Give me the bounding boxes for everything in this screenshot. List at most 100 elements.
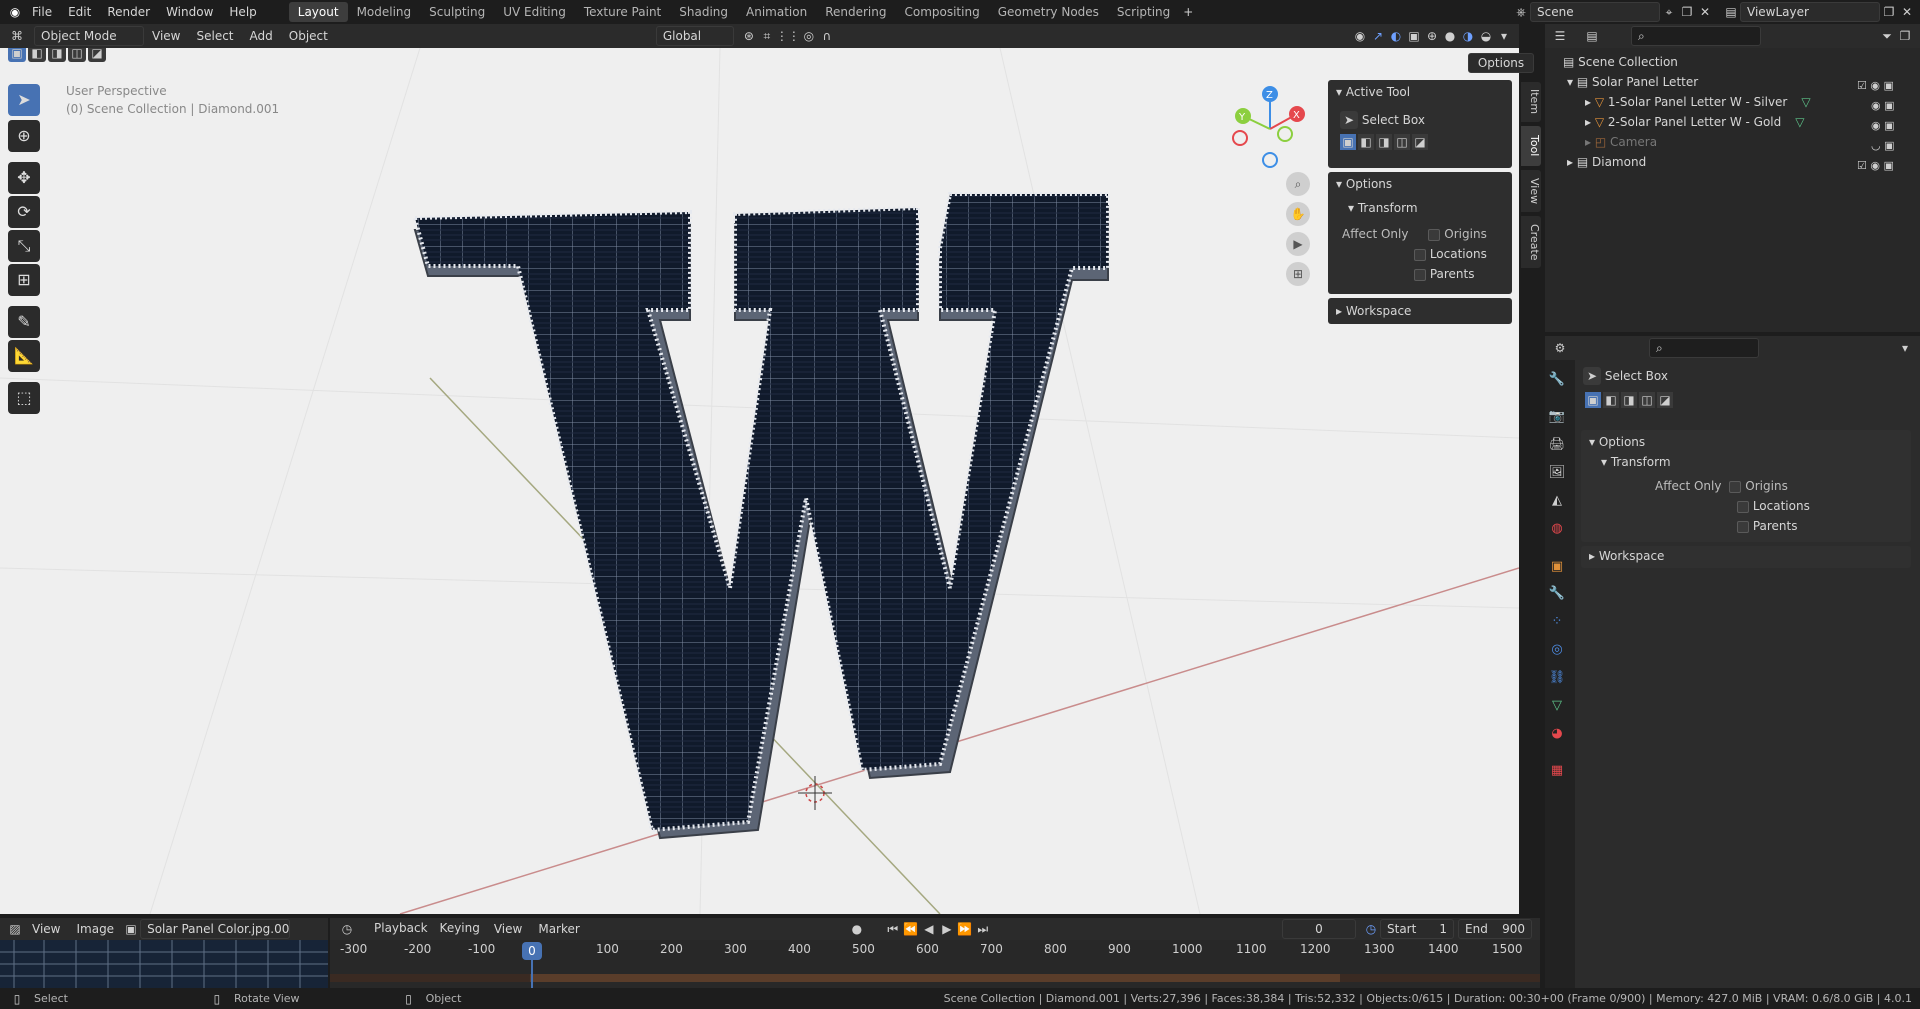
exclude-checkbox-icon[interactable]: ☑ ◉ ▣ xyxy=(1857,76,1894,96)
transform-collapse-icon[interactable]: ▾ xyxy=(1601,455,1611,469)
new-collection-icon[interactable]: ❐ xyxy=(1896,27,1914,45)
particles-tab-icon[interactable]: ⁘ xyxy=(1548,613,1566,631)
exclude-checkbox-icon[interactable]: ☑ ◉ ▣ xyxy=(1857,156,1894,176)
pan-hand-icon[interactable]: ✋ xyxy=(1286,202,1310,226)
snap-grid-icon[interactable]: ⋮⋮ xyxy=(776,27,800,45)
workspace-expand-icon[interactable]: ▸ xyxy=(1589,549,1599,563)
object-tab-icon[interactable]: ▣ xyxy=(1548,558,1566,576)
tab-compositing[interactable]: Compositing xyxy=(895,2,988,22)
outliner-search-input[interactable]: ⌕ xyxy=(1631,26,1761,46)
blender-logo-icon[interactable]: ◉ xyxy=(6,3,24,21)
viewport-menu-object[interactable]: Object xyxy=(281,24,336,48)
jump-start-icon[interactable]: ⏮ xyxy=(884,920,902,938)
side-tab-create[interactable]: Create xyxy=(1521,216,1541,268)
select-extend-icon[interactable]: ◧ xyxy=(28,48,46,62)
props-select-new-icon[interactable]: ▣ xyxy=(1585,392,1601,408)
select-new-icon[interactable]: ▣ xyxy=(8,48,26,62)
pivot-icon[interactable]: ⊛ xyxy=(740,27,758,45)
props-select-invert-icon[interactable]: ◫ xyxy=(1639,392,1655,408)
expand-arrow-icon[interactable]: ▾ xyxy=(1567,75,1577,89)
options-button[interactable]: Options xyxy=(1468,53,1534,73)
properties-locations-checkbox[interactable] xyxy=(1737,500,1749,513)
properties-search-input[interactable]: ⌕ xyxy=(1649,338,1759,358)
transform-subpanel[interactable]: Transform xyxy=(1358,201,1418,215)
properties-workspace-title[interactable]: Workspace xyxy=(1599,549,1665,563)
side-tab-view[interactable]: View xyxy=(1521,170,1541,212)
tab-shading[interactable]: Shading xyxy=(670,2,737,22)
active-tool-title[interactable]: Active Tool xyxy=(1346,85,1410,99)
playhead-frame-indicator[interactable]: 0 xyxy=(522,942,542,960)
tab-texture-paint[interactable]: Texture Paint xyxy=(575,2,670,22)
gizmo-toggle-icon[interactable]: ↗ xyxy=(1369,27,1387,45)
jump-keyframe-back-icon[interactable]: ⏪ xyxy=(902,920,920,938)
world-tab-icon[interactable]: ◍ xyxy=(1548,520,1566,538)
timeline-area[interactable]: -300 -200 -100 100 200 300 400 500 600 700 800 900 1… xyxy=(330,940,1540,988)
timeline-editor-type-icon[interactable]: ◷ xyxy=(338,920,356,938)
rotate-tool-icon[interactable]: ⟳ xyxy=(8,196,40,228)
jump-end-icon[interactable]: ⏭ xyxy=(974,920,992,938)
outliner-scene-collection[interactable]: ▤ Scene Collection xyxy=(1545,52,1920,72)
view-layer-tab-icon[interactable]: 🖼 xyxy=(1548,464,1566,482)
properties-options-title[interactable]: Options xyxy=(1599,435,1645,449)
constraints-tab-icon[interactable]: ⛓ xyxy=(1548,669,1566,687)
output-tab-icon[interactable]: 🖨 xyxy=(1548,436,1566,454)
hide-eye-icon[interactable]: ◉ ▣ xyxy=(1857,96,1895,116)
tab-scripting[interactable]: Scripting xyxy=(1108,2,1179,22)
image-menu-image[interactable]: Image xyxy=(68,917,122,941)
expand-arrow-icon[interactable]: ▸ xyxy=(1585,115,1595,129)
tool-select-subtract-icon[interactable]: ◨ xyxy=(1376,134,1392,150)
perspective-toggle-icon[interactable]: ⊞ xyxy=(1286,262,1310,286)
new-view-layer-icon[interactable]: ❐ xyxy=(1880,3,1898,21)
cursor-tool-icon[interactable]: ⊕ xyxy=(8,120,40,152)
options-collapse-icon[interactable]: ▾ xyxy=(1336,177,1346,191)
view-layer-icon[interactable]: ▤ xyxy=(1722,3,1740,21)
parents-checkbox[interactable] xyxy=(1414,268,1426,281)
tab-layout[interactable]: Layout xyxy=(288,2,348,22)
timeline-menu-marker[interactable]: Marker xyxy=(530,917,587,941)
tab-animation[interactable]: Animation xyxy=(737,2,816,22)
render-tab-icon[interactable]: 📷 xyxy=(1548,408,1566,426)
tool-select-new-icon[interactable]: ▣ xyxy=(1340,134,1356,150)
props-select-intersect-icon[interactable]: ◪ xyxy=(1657,392,1673,408)
outliner-editor-type-icon[interactable]: ☰ xyxy=(1551,27,1569,45)
transform-tool-icon[interactable]: ⊞ xyxy=(8,264,40,296)
pin-icon[interactable]: ⌖ xyxy=(1660,3,1678,21)
properties-editor-type-icon[interactable]: ⚙ xyxy=(1551,339,1569,357)
keying-menu[interactable]: Keying xyxy=(434,919,486,939)
select-box-tool-icon[interactable]: ➤ xyxy=(8,84,40,116)
falloff-icon[interactable]: ∩ xyxy=(818,27,836,45)
menu-render[interactable]: Render xyxy=(99,0,158,24)
menu-file[interactable]: File xyxy=(24,0,60,24)
scene-tab-icon[interactable]: ◭ xyxy=(1548,492,1566,510)
material-tab-icon[interactable]: ◕ xyxy=(1548,725,1566,743)
tool-select-invert-icon[interactable]: ◫ xyxy=(1394,134,1410,150)
tool-select-extend-icon[interactable]: ◧ xyxy=(1358,134,1374,150)
menu-edit[interactable]: Edit xyxy=(60,0,99,24)
scene-icon[interactable]: ⎈ xyxy=(1512,3,1530,21)
workspace-panel[interactable]: ▸ Workspace xyxy=(1328,298,1512,324)
move-tool-icon[interactable]: ✥ xyxy=(8,162,40,194)
hide-eye-icon[interactable]: ◉ ▣ xyxy=(1857,116,1895,136)
timeline-menu-view[interactable]: View xyxy=(486,917,530,941)
select-invert-icon[interactable]: ◫ xyxy=(68,48,86,62)
camera-view-icon[interactable]: ▶ xyxy=(1286,232,1310,256)
view-layer-selector[interactable]: ViewLayer xyxy=(1740,2,1880,22)
tab-sculpting[interactable]: Sculpting xyxy=(420,2,494,22)
origins-checkbox[interactable] xyxy=(1428,228,1441,241)
scene-selector[interactable]: Scene xyxy=(1530,2,1660,22)
menu-window[interactable]: Window xyxy=(158,0,221,24)
play-icon[interactable]: ▶ xyxy=(938,920,956,938)
tool-tab-icon[interactable]: 🔧 xyxy=(1548,371,1566,389)
orientation-dropdown[interactable]: Global xyxy=(655,26,734,46)
new-scene-icon[interactable]: ❐ xyxy=(1678,3,1696,21)
filter-icon[interactable]: ⏷ xyxy=(1878,27,1896,45)
material-shading-icon[interactable]: ◑ xyxy=(1459,27,1477,45)
add-cube-tool-icon[interactable]: ⬚ xyxy=(8,382,40,414)
viewport-menu-select[interactable]: Select xyxy=(188,24,241,48)
options-collapse-icon[interactable]: ▾ xyxy=(1589,435,1599,449)
image-menu-view[interactable]: View xyxy=(24,917,68,941)
tab-uv-editing[interactable]: UV Editing xyxy=(494,2,575,22)
image-editor-canvas[interactable] xyxy=(0,940,328,988)
collapse-arrow-icon[interactable]: ▾ xyxy=(1336,85,1346,99)
preview-range-icon[interactable]: ◷ xyxy=(1362,920,1380,938)
